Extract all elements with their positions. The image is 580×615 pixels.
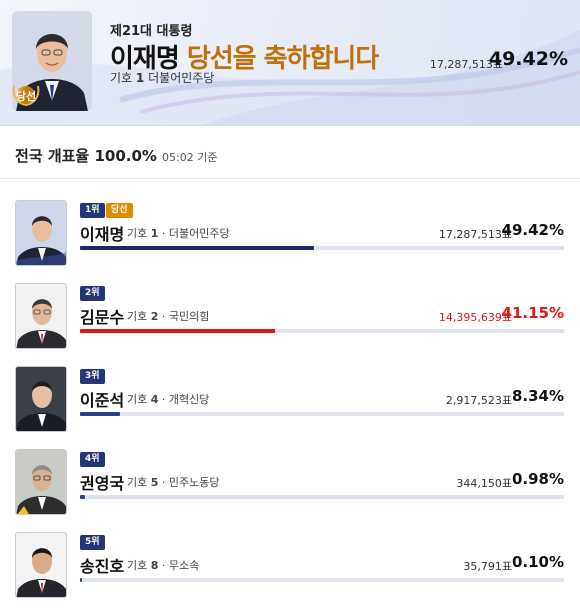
ballot-number: 8 — [150, 559, 159, 572]
portrait-icon — [16, 201, 66, 265]
vote-percent: 0.98% — [511, 470, 564, 488]
vote-share-bar — [80, 495, 564, 499]
portrait-icon — [16, 367, 66, 431]
candidate-photo — [15, 366, 67, 432]
vote-count: 35,791표 — [463, 560, 512, 573]
election-title: 제21대 대통령 — [110, 24, 193, 39]
party-name: · 더불어민주당 — [161, 227, 230, 240]
candidate-meta: 기호 1 · 더불어민주당 — [127, 225, 230, 241]
winner-percent: 49.42% — [488, 48, 568, 70]
portrait-icon — [16, 284, 66, 348]
vote-share-bar — [80, 412, 564, 416]
congrats-text: 당선을 축하합니다 — [186, 44, 379, 74]
vote-count: 344,150표 — [456, 477, 512, 490]
rank-badge: 3위 — [80, 369, 105, 384]
candidate-meta: 기호 8 · 무소속 — [127, 557, 199, 573]
number-label: 기호 — [127, 310, 148, 323]
winner-subtitle: 기호 1 더불어민주당 — [110, 69, 214, 86]
candidate-row[interactable]: 5위 송진호 기호 8 · 무소속 35,791표 0.10% — [0, 520, 580, 602]
vote-share-fill — [80, 495, 85, 499]
candidate-name: 이재명 — [80, 225, 125, 244]
party-name: · 개혁신당 — [161, 393, 210, 406]
candidate-row[interactable]: 1위 당선 이재명 기호 1 · 더불어민주당 17,287,513표 49.4… — [0, 188, 580, 270]
count-timestamp: 05:02 기준 — [162, 151, 218, 164]
rank-badge: 5위 — [80, 535, 105, 550]
number-label: 기호 — [127, 227, 148, 240]
rank-badge: 2위 — [80, 286, 105, 301]
portrait-icon — [16, 450, 66, 514]
candidate-row[interactable]: 2위 김문수 기호 2 · 국민의힘 14,395,639표 41.15% — [0, 271, 580, 353]
ballot-number: 5 — [150, 476, 159, 489]
candidate-name: 송진호 — [80, 557, 125, 576]
party-name: · 민주노동당 — [161, 476, 220, 489]
vote-percent: 0.10% — [511, 553, 564, 571]
ballot-number: 1 — [150, 227, 159, 240]
vote-percent: 41.15% — [501, 304, 564, 322]
vote-share-bar — [80, 578, 564, 582]
candidate-meta: 기호 2 · 국민의힘 — [127, 308, 209, 324]
vote-share-fill — [80, 412, 120, 416]
candidate-photo — [15, 532, 67, 598]
party-name: · 무소속 — [161, 559, 200, 572]
party-name: · 국민의힘 — [161, 310, 210, 323]
vote-share-bar — [80, 329, 564, 333]
vote-count: 2,917,523표 — [445, 394, 512, 407]
number-label: 기호 — [127, 476, 148, 489]
rank-badge: 1위 — [80, 203, 105, 218]
elected-tag: 당선 — [106, 203, 133, 218]
elected-badge-label: 당선 — [15, 90, 37, 103]
count-status: 전국 개표율 100.0% 05:02 기준 — [0, 126, 580, 179]
vote-share-bar — [80, 246, 564, 250]
vote-share-fill — [80, 246, 314, 250]
rank-badge: 4위 — [80, 452, 105, 467]
winner-party: 더불어민주당 — [148, 71, 215, 85]
ballot-number: 2 — [150, 310, 159, 323]
count-rate: 전국 개표율 100.0% — [15, 147, 157, 165]
candidate-photo — [15, 200, 67, 266]
candidate-photo — [15, 449, 67, 515]
candidate-meta: 기호 4 · 개혁신당 — [127, 391, 209, 407]
vote-share-fill — [80, 329, 275, 333]
number-label: 기호 — [127, 559, 148, 572]
candidate-name: 김문수 — [80, 308, 125, 327]
number-label: 기호 — [127, 393, 148, 406]
vote-share-fill — [80, 578, 82, 582]
candidate-photo — [15, 283, 67, 349]
candidate-name: 권영국 — [80, 474, 125, 493]
candidate-row[interactable]: 4위 권영국 기호 5 · 민주노동당 344,150표 0.98% — [0, 437, 580, 519]
candidate-meta: 기호 5 · 민주노동당 — [127, 474, 220, 490]
ballot-number: 4 — [150, 393, 159, 406]
vote-percent: 8.34% — [511, 387, 564, 405]
winner-number: 1 — [135, 71, 145, 85]
portrait-icon — [16, 533, 66, 597]
candidate-row[interactable]: 3위 이준석 기호 4 · 개혁신당 2,917,523표 8.34% — [0, 354, 580, 436]
elected-badge: 당선 — [12, 84, 40, 107]
candidate-name: 이준석 — [80, 391, 125, 410]
winner-banner: 당선 제21대 대통령 이재명 당선을 축하합니다 기호 1 더불어민주당 17… — [0, 0, 580, 126]
vote-percent: 49.42% — [501, 221, 564, 239]
winner-number-label: 기호 — [110, 71, 133, 85]
